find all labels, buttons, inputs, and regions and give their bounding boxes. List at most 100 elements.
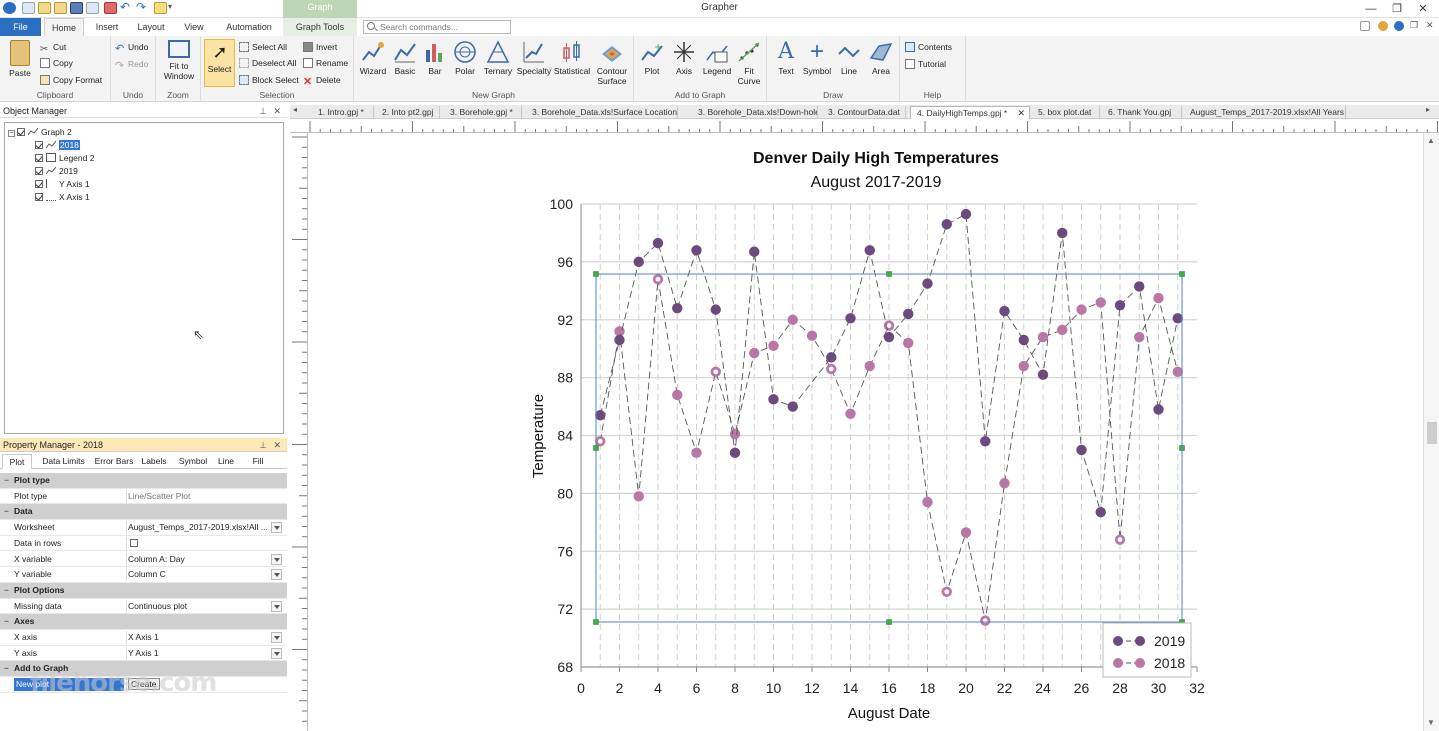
tab-data-limits[interactable]: Data Limits: [36, 454, 91, 469]
chart[interactable]: Denver Daily High Temperatures August 20…: [308, 134, 1423, 731]
pin-icon[interactable]: ⊥: [259, 104, 267, 118]
polar-button[interactable]: Polar: [450, 40, 480, 76]
window-close-icon[interactable]: ✕: [1426, 20, 1434, 31]
area-button[interactable]: Area: [865, 40, 897, 76]
property-value[interactable]: [126, 536, 284, 550]
plot-canvas[interactable]: Denver Daily High Temperatures August 20…: [308, 134, 1423, 731]
close-icon[interactable]: ✕: [1410, 2, 1436, 16]
property-value[interactable]: Line/Scatter Plot: [126, 489, 284, 503]
collapse-icon[interactable]: −: [8, 130, 15, 137]
property-value[interactable]: Column C: [126, 568, 284, 582]
ternary-button[interactable]: Ternary: [480, 40, 516, 76]
symbol-button[interactable]: + Symbol: [801, 40, 833, 77]
tab-scroll-right-icon[interactable]: ▸: [1426, 105, 1430, 114]
doc-tab[interactable]: 3. Borehole_Data.xls!Down-hole: [692, 106, 818, 119]
dropdown-arrow-icon[interactable]: [271, 569, 282, 581]
copy-button[interactable]: Copy: [40, 56, 73, 70]
pin-icon[interactable]: ⊥: [259, 438, 267, 452]
collapse-icon[interactable]: −: [4, 614, 9, 629]
tab-plot[interactable]: Plot: [2, 454, 32, 469]
tab-error-bars[interactable]: Error Bars: [92, 454, 136, 469]
delete-button[interactable]: ✕ Delete: [303, 73, 341, 88]
scrollbar-thumb[interactable]: [1427, 422, 1437, 444]
statistical-button[interactable]: Statistical: [552, 40, 592, 76]
tab-graph-tools[interactable]: Graph Tools: [283, 18, 357, 36]
property-row[interactable]: X axis X Axis 1: [0, 630, 287, 646]
tab-scroll-left-icon[interactable]: ◂: [293, 105, 297, 114]
doc-tab[interactable]: 3. Borehole_Data.xls!Surface Location: [526, 106, 678, 119]
property-row[interactable]: Worksheet August_Temps_2017-2019.xlsx!All…: [0, 520, 287, 536]
legend[interactable]: 2019 2018: [1102, 622, 1192, 678]
data-in-rows-checkbox[interactable]: [130, 538, 138, 547]
ribbon-options-icon[interactable]: [1360, 21, 1370, 31]
dropdown-arrow-icon[interactable]: [271, 522, 282, 534]
scroll-down-icon[interactable]: ▼: [1427, 718, 1435, 727]
text-button[interactable]: A Text: [771, 40, 801, 77]
property-row[interactable]: Missing data Continuous plot: [0, 599, 287, 615]
tab-fill[interactable]: Fill: [246, 454, 270, 469]
line-button[interactable]: Line: [833, 40, 865, 76]
dropdown-arrow-icon[interactable]: [271, 553, 282, 565]
tree-item-x-axis[interactable]: X Axis 1: [35, 191, 90, 203]
fit-to-window-button[interactable]: Fit to Window: [160, 40, 198, 81]
tree-item-y-axis[interactable]: Y Axis 1: [35, 178, 90, 190]
dropdown-arrow-icon[interactable]: [271, 600, 282, 612]
wizard-button[interactable]: Wizard: [356, 40, 390, 76]
visibility-checkbox[interactable]: [35, 154, 43, 162]
window-restore-icon[interactable]: ❐: [1410, 20, 1418, 31]
tab-view[interactable]: View: [176, 18, 212, 36]
visibility-checkbox[interactable]: [17, 128, 25, 136]
property-row[interactable]: Plot type Line/Scatter Plot: [0, 489, 287, 505]
copy-format-button[interactable]: Copy Format: [40, 73, 102, 87]
doc-tab[interactable]: 2. Into pt2.gpj: [376, 106, 440, 119]
tutorial-button[interactable]: Tutorial: [905, 57, 946, 71]
selection-handle[interactable]: [886, 271, 892, 277]
rename-button[interactable]: Rename: [303, 56, 348, 70]
invert-button[interactable]: Invert: [303, 40, 337, 54]
tab-line[interactable]: Line: [213, 454, 239, 469]
doc-tab[interactable]: 5. box plot.dat: [1032, 106, 1100, 119]
doc-tab[interactable]: 3. ContourData.dat: [822, 106, 906, 119]
maximize-icon[interactable]: ❐: [1384, 2, 1410, 16]
property-value[interactable]: Y Axis 1: [126, 646, 284, 660]
tab-home[interactable]: Home: [44, 18, 84, 36]
tree-item-2018[interactable]: 2018: [35, 139, 80, 151]
selection-handle[interactable]: [593, 619, 599, 625]
collapse-icon[interactable]: −: [4, 661, 9, 676]
contour-surface-button[interactable]: Contour Surface: [592, 40, 632, 86]
contents-button[interactable]: Contents: [905, 40, 952, 54]
tree-item-graph[interactable]: − Graph 2: [8, 126, 72, 138]
cut-button[interactable]: ✂ Cut: [40, 40, 66, 55]
select-button[interactable]: ➚ Select: [204, 39, 235, 87]
feedback-icon[interactable]: [1378, 21, 1388, 31]
doc-tab[interactable]: 1. Intro.gpj *: [312, 106, 374, 119]
redo-button[interactable]: ↷ Redo: [115, 57, 148, 72]
basic-button[interactable]: Basic: [390, 40, 420, 76]
collapse-icon[interactable]: −: [4, 473, 9, 488]
bar-button[interactable]: Bar: [420, 40, 450, 76]
minimize-icon[interactable]: —: [1358, 2, 1384, 16]
tab-insert[interactable]: Insert: [88, 18, 126, 36]
visibility-checkbox[interactable]: [35, 180, 43, 188]
vertical-scrollbar[interactable]: ▲ ▼: [1423, 134, 1439, 731]
property-value[interactable]: Continuous plot: [126, 599, 284, 613]
property-row[interactable]: X variable Column A: Day: [0, 552, 287, 568]
selection-handle[interactable]: [1179, 271, 1185, 277]
doc-tab[interactable]: 3. Borehole.gpj *: [444, 106, 522, 119]
property-row[interactable]: Y variable Column C: [0, 567, 287, 583]
selection-handle[interactable]: [593, 271, 599, 277]
dropdown-arrow-icon[interactable]: [271, 647, 282, 659]
specialty-button[interactable]: Specialty: [516, 40, 552, 76]
visibility-checkbox[interactable]: [35, 167, 43, 175]
visibility-checkbox[interactable]: [35, 193, 43, 201]
scroll-up-icon[interactable]: ▲: [1427, 136, 1435, 145]
property-value[interactable]: X Axis 1: [126, 631, 284, 644]
tab-symbol[interactable]: Symbol: [173, 454, 213, 469]
property-value[interactable]: August_Temps_2017-2019.xlsx!All ...: [126, 521, 284, 535]
visibility-checkbox[interactable]: [35, 141, 43, 149]
doc-tab-active[interactable]: 4. DailyHighTemps.gpj * ✕: [910, 106, 1030, 119]
help-icon[interactable]: [1394, 21, 1404, 31]
property-row[interactable]: Y axis Y Axis 1: [0, 646, 287, 662]
paste-button[interactable]: Paste: [6, 40, 34, 78]
collapse-icon[interactable]: −: [4, 504, 9, 519]
